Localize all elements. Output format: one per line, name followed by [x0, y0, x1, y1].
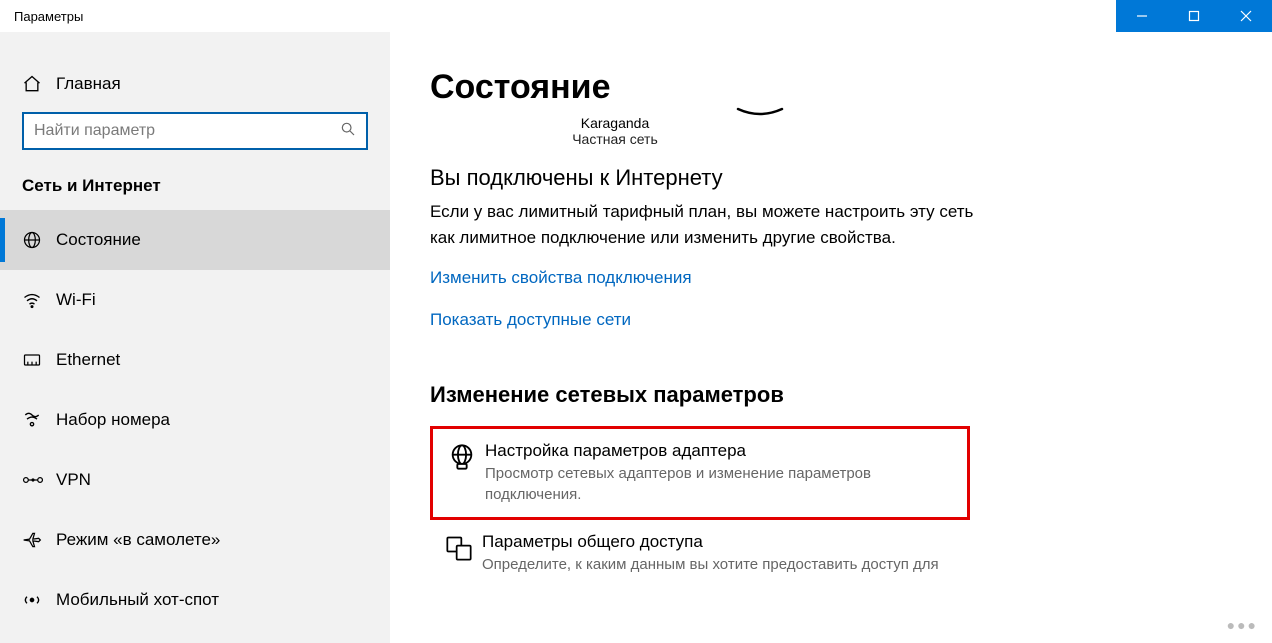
option-adapter-settings[interactable]: Настройка параметров адаптера Просмотр с… [430, 426, 970, 520]
connected-desc: Если у вас лимитный тарифный план, вы мо… [430, 199, 990, 250]
option-desc: Определите, к каким данным вы хотите пре… [482, 554, 960, 575]
sidebar-item-vpn[interactable]: VPN [0, 450, 390, 510]
sidebar-item-hotspot[interactable]: Мобильный хот-спот [0, 570, 390, 630]
airplane-icon [22, 530, 56, 550]
sidebar-item-label: Мобильный хот-спот [56, 590, 219, 610]
globe-icon [22, 230, 56, 250]
close-icon [1240, 10, 1252, 22]
search-input[interactable] [34, 122, 340, 140]
search-icon [340, 121, 356, 142]
content-area: Состояние Karaganda Частная сеть Вы подк… [390, 32, 1272, 643]
sidebar-section-title: Сеть и Интернет [0, 176, 390, 210]
network-type: Частная сеть [430, 131, 800, 147]
ethernet-icon [22, 350, 56, 370]
maximize-icon [1188, 10, 1200, 22]
link-change-properties[interactable]: Изменить свойства подключения [430, 268, 692, 288]
sidebar-item-label: Состояние [56, 230, 141, 250]
minimize-icon [1136, 10, 1148, 22]
minimize-button[interactable] [1116, 0, 1168, 32]
connected-heading: Вы подключены к Интернету [430, 165, 1232, 191]
option-title: Настройка параметров адаптера [485, 441, 957, 461]
network-summary: Karaganda Частная сеть [430, 115, 800, 147]
sidebar-item-label: Набор номера [56, 410, 170, 430]
network-glyph [730, 105, 790, 129]
change-settings-heading: Изменение сетевых параметров [430, 382, 1232, 408]
more-indicator: ●●● [1227, 617, 1258, 633]
sharing-icon [436, 532, 482, 562]
page-title: Состояние [430, 68, 1232, 107]
link-show-networks[interactable]: Показать доступные сети [430, 310, 631, 330]
sidebar-item-label: Режим «в самолете» [56, 530, 220, 550]
option-sharing-settings[interactable]: Параметры общего доступа Определите, к к… [430, 520, 970, 587]
sidebar-item-dialup[interactable]: Набор номера [0, 390, 390, 450]
hotspot-icon [22, 590, 56, 610]
maximize-button[interactable] [1168, 0, 1220, 32]
sidebar-item-wifi[interactable]: Wi-Fi [0, 270, 390, 330]
close-button[interactable] [1220, 0, 1272, 32]
sidebar-item-label: Wi-Fi [56, 290, 96, 310]
sidebar-item-airplane[interactable]: Режим «в самолете» [0, 510, 390, 570]
option-title: Параметры общего доступа [482, 532, 960, 552]
window-controls [1116, 0, 1272, 32]
sidebar-item-label: Ethernet [56, 350, 120, 370]
sidebar-item-ethernet[interactable]: Ethernet [0, 330, 390, 390]
title-bar: Параметры [0, 0, 1272, 32]
adapter-icon [439, 441, 485, 471]
option-desc: Просмотр сетевых адаптеров и изменение п… [485, 463, 957, 505]
wifi-icon [22, 290, 56, 310]
sidebar-home-label: Главная [56, 74, 121, 94]
sidebar-item-label: VPN [56, 470, 91, 490]
window-title: Параметры [0, 9, 83, 24]
sidebar: Главная Сеть и Интернет Состояние Wi-Fi [0, 32, 390, 643]
vpn-icon [22, 470, 56, 490]
sidebar-home[interactable]: Главная [0, 68, 390, 112]
dialup-icon [22, 410, 56, 430]
search-box[interactable] [22, 112, 368, 150]
sidebar-item-status[interactable]: Состояние [0, 210, 390, 270]
home-icon [22, 74, 56, 94]
